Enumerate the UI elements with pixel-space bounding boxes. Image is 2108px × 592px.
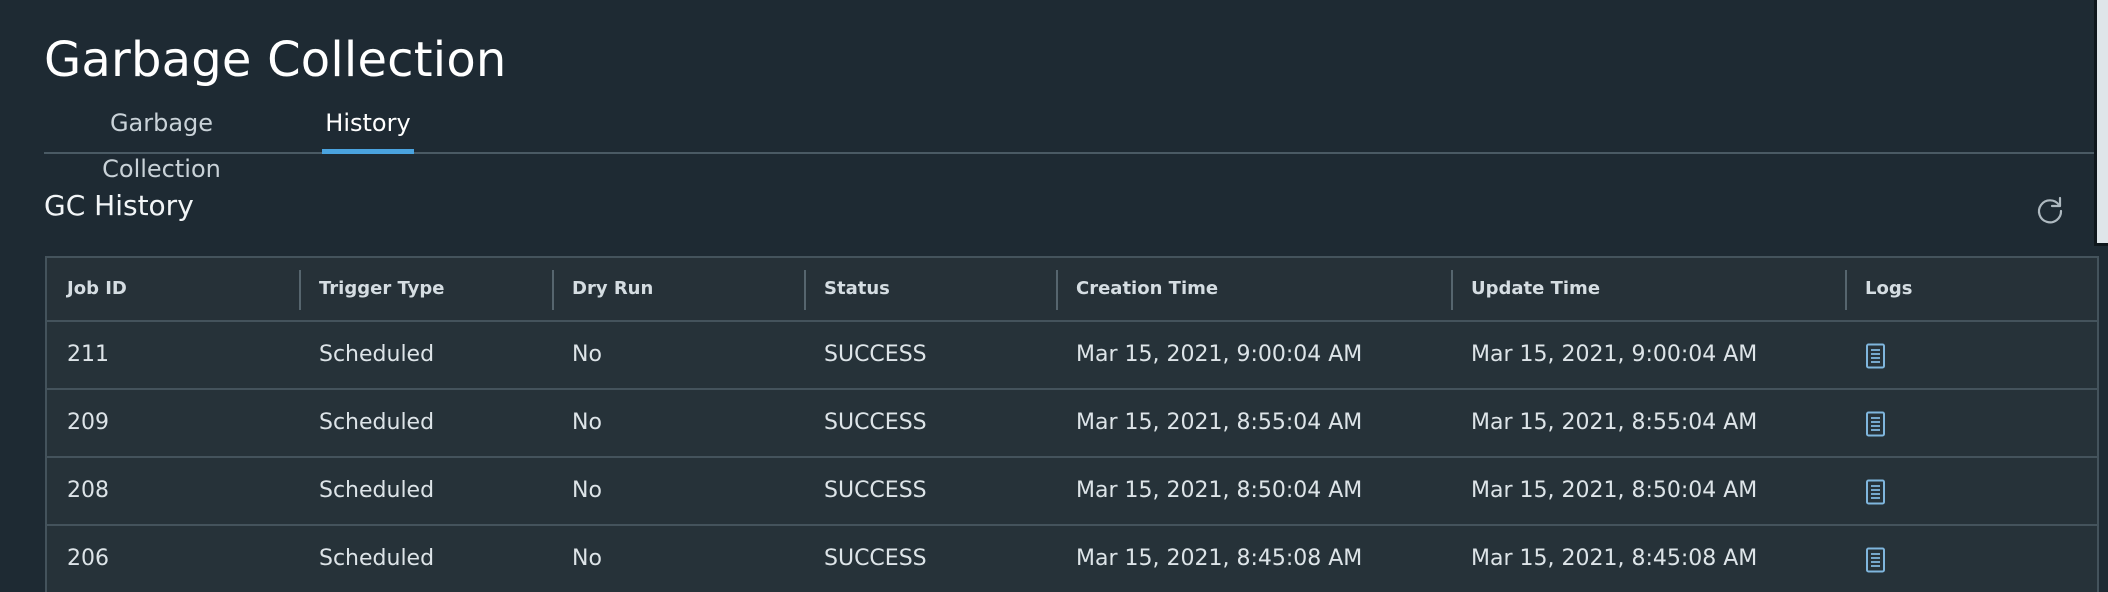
column-header-status[interactable]: Status	[824, 258, 890, 320]
page-title: Garbage Collection	[44, 32, 507, 88]
table-header: Job ID Trigger Type Dry Run Status Creat…	[47, 258, 2097, 322]
cell-dry-run: No	[572, 342, 602, 367]
cell-update-time: Mar 15, 2021, 8:45:08 AM	[1471, 546, 1758, 571]
cell-update-time: Mar 15, 2021, 9:00:04 AM	[1471, 342, 1758, 367]
column-resizer[interactable]	[552, 270, 554, 310]
table-row: 209 Scheduled No SUCCESS Mar 15, 2021, 8…	[47, 390, 2097, 458]
cell-update-time: Mar 15, 2021, 8:50:04 AM	[1471, 478, 1758, 503]
cell-trigger-type: Scheduled	[319, 410, 435, 435]
cell-dry-run: No	[572, 546, 602, 571]
cell-status: SUCCESS	[824, 546, 927, 571]
cell-job-id: 208	[67, 478, 109, 503]
column-header-creation-time[interactable]: Creation Time	[1076, 258, 1218, 320]
column-resizer[interactable]	[299, 270, 301, 310]
column-header-update-time[interactable]: Update Time	[1471, 258, 1600, 320]
cell-job-id: 211	[67, 342, 109, 367]
table-row: 208 Scheduled No SUCCESS Mar 15, 2021, 8…	[47, 458, 2097, 526]
column-header-logs: Logs	[1865, 278, 1913, 299]
log-document-icon[interactable]	[1865, 479, 1887, 505]
cell-update-time: Mar 15, 2021, 8:55:04 AM	[1471, 410, 1758, 435]
cell-job-id: 206	[67, 546, 109, 571]
tab-bar: Garbage Collection History	[44, 100, 2094, 183]
column-header-dry-run[interactable]: Dry Run	[572, 258, 653, 320]
cell-trigger-type: Scheduled	[319, 342, 435, 367]
cell-job-id: 209	[67, 410, 109, 435]
column-resizer[interactable]	[1451, 270, 1453, 310]
cell-dry-run: No	[572, 410, 602, 435]
tab-history[interactable]: History	[322, 100, 414, 154]
cell-creation-time: Mar 15, 2021, 9:00:04 AM	[1076, 342, 1363, 367]
cell-trigger-type: Scheduled	[319, 546, 435, 571]
cell-creation-time: Mar 15, 2021, 8:50:04 AM	[1076, 478, 1363, 503]
column-resizer[interactable]	[804, 270, 806, 310]
log-document-icon[interactable]	[1865, 411, 1887, 437]
refresh-icon	[2037, 196, 2063, 224]
cell-creation-time: Mar 15, 2021, 8:55:04 AM	[1076, 410, 1363, 435]
gc-history-table: Job ID Trigger Type Dry Run Status Creat…	[45, 256, 2099, 592]
column-header-trigger-type[interactable]: Trigger Type	[319, 258, 444, 320]
refresh-button[interactable]	[2034, 194, 2066, 226]
cell-status: SUCCESS	[824, 342, 927, 367]
log-document-icon[interactable]	[1865, 343, 1887, 369]
column-resizer[interactable]	[1056, 270, 1058, 310]
table-row: 206 Scheduled No SUCCESS Mar 15, 2021, 8…	[47, 526, 2097, 592]
table-row: 211 Scheduled No SUCCESS Mar 15, 2021, 9…	[47, 322, 2097, 390]
cell-trigger-type: Scheduled	[319, 478, 435, 503]
column-resizer[interactable]	[1845, 270, 1847, 310]
cell-status: SUCCESS	[824, 410, 927, 435]
gc-history-page: Garbage Collection Garbage Collection Hi…	[0, 0, 2108, 592]
log-document-icon[interactable]	[1865, 547, 1887, 573]
section-title: GC History	[44, 189, 194, 222]
column-header-job-id[interactable]: Job ID	[67, 258, 127, 320]
cell-creation-time: Mar 15, 2021, 8:45:08 AM	[1076, 546, 1363, 571]
cell-status: SUCCESS	[824, 478, 927, 503]
side-panel-edge	[2094, 0, 2108, 246]
tab-garbage-collection[interactable]: Garbage Collection	[51, 100, 272, 183]
cell-dry-run: No	[572, 478, 602, 503]
